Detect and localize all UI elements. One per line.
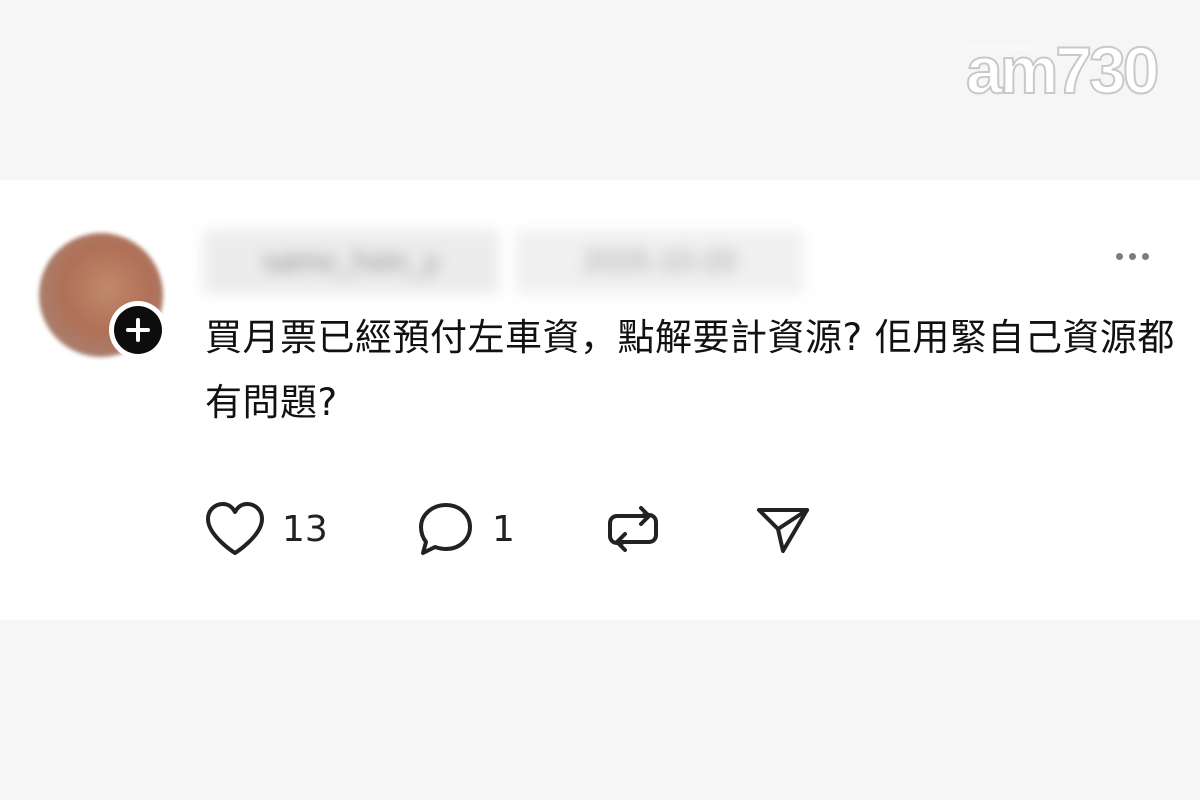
timestamp-blurred: 2025-10-20: [516, 230, 803, 294]
like-count: 13: [282, 508, 328, 550]
post-text: 買月票已經預付左車資，點解要計資源? 佢用緊自己資源都有問題?: [205, 316, 1175, 424]
like-button[interactable]: 13: [204, 500, 328, 558]
plus-icon: [114, 306, 162, 354]
repost-button[interactable]: [604, 500, 662, 558]
avatar-wrapper: [39, 233, 167, 359]
share-button[interactable]: [754, 500, 812, 558]
send-icon: [757, 508, 809, 553]
repost-icon: [608, 506, 658, 552]
am730-watermark: my choice · my paper am730: [965, 32, 1161, 108]
post-card: samo_hsin_y 2025-10-20 買月票已經預付左車資，點解要計資源…: [0, 180, 1200, 620]
heart-icon: [206, 502, 264, 555]
more-dot: [1115, 252, 1123, 260]
comment-icon: [419, 503, 472, 555]
username-blurred[interactable]: samo_hsin_y: [203, 230, 499, 294]
more-icon[interactable]: [1104, 242, 1160, 270]
more-dot: [1128, 252, 1136, 260]
reply-count: 1: [492, 508, 515, 550]
watermark-logo: am730: [965, 32, 1161, 108]
more-dot: [1141, 252, 1149, 260]
follow-button[interactable]: [109, 301, 167, 359]
reply-button[interactable]: 1: [416, 500, 515, 558]
